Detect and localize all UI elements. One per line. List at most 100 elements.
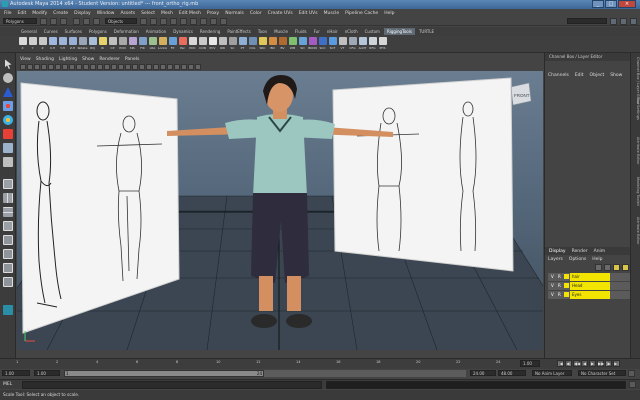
channel-box-menu-channels[interactable]: Channels <box>548 73 569 78</box>
select-component-icon[interactable] <box>93 17 100 25</box>
go-to-start-button[interactable]: |◀ <box>557 360 564 367</box>
menu-mesh[interactable]: Mesh <box>161 11 173 16</box>
show-tool-settings-icon[interactable] <box>620 17 627 25</box>
isolate-select-icon[interactable] <box>174 64 180 70</box>
menu-edit-mesh[interactable]: Edit Mesh <box>179 11 201 16</box>
shelf-button-lra[interactable]: LRA <box>148 37 157 51</box>
menu-pipeline-cache[interactable]: Pipeline Cache <box>345 11 378 16</box>
shelf-button-spl[interactable]: SPL <box>128 37 137 51</box>
layer-display-type[interactable]: R <box>558 292 561 297</box>
go-to-end-button[interactable]: ▶| <box>613 360 620 367</box>
manipulator-icon[interactable] <box>3 143 13 153</box>
anim-layer-dropdown[interactable]: No Anim Layer <box>532 370 572 376</box>
shelf-button-sc[interactable]: SC <box>228 37 237 51</box>
shelf-button-con[interactable]: CON <box>198 37 207 51</box>
side-tab-attribute-editor[interactable]: Attribute Editor <box>632 217 640 245</box>
shelf-tab-turtle[interactable]: TURTLE <box>416 28 437 35</box>
shelf-button-vt[interactable]: VT <box>338 37 347 51</box>
viewport-menu-view[interactable]: View <box>20 57 31 62</box>
select-camera-icon[interactable] <box>20 64 26 70</box>
new-scene-icon[interactable] <box>40 17 47 25</box>
anti-aliasing-icon[interactable] <box>167 64 173 70</box>
maximize-button[interactable]: □ <box>605 0 617 8</box>
layer-tab-render[interactable]: Render <box>572 249 588 254</box>
rotate-tool-icon[interactable] <box>3 115 13 125</box>
xray-components-icon[interactable] <box>195 64 201 70</box>
select-tool-icon[interactable] <box>5 59 12 69</box>
new-layer-icon[interactable] <box>613 264 620 271</box>
shelf-button-ori[interactable]: ORI <box>218 37 227 51</box>
snap-point-icon[interactable] <box>160 17 167 25</box>
shadows-icon[interactable] <box>153 64 159 70</box>
show-channel-box-icon[interactable] <box>630 17 637 25</box>
custom-shelf-icon[interactable] <box>3 305 13 315</box>
safe-title-icon[interactable] <box>111 64 117 70</box>
menu-file[interactable]: File <box>4 11 12 16</box>
play-backward-button[interactable]: ◀ <box>581 360 588 367</box>
xray-joints-icon[interactable] <box>188 64 194 70</box>
shelf-tab-riggingtools[interactable]: RiggingTools <box>383 28 415 35</box>
move-layer-up-icon[interactable] <box>595 264 602 271</box>
shelf-tab-fluids[interactable]: Fluids <box>292 28 310 35</box>
playback-end-field[interactable]: 24.00 <box>470 370 496 376</box>
ipr-render-icon[interactable] <box>210 17 217 25</box>
shelf-button-rotate[interactable]: Rotate <box>78 37 87 51</box>
render-settings-icon[interactable] <box>220 17 227 25</box>
wireframe-on-shaded-icon[interactable] <box>132 64 138 70</box>
shelf-tab-general[interactable]: General <box>18 28 40 35</box>
film-gate-icon[interactable] <box>76 64 82 70</box>
wireframe-icon[interactable] <box>118 64 124 70</box>
last-tool-icon[interactable] <box>3 157 13 167</box>
channel-box-menu-show[interactable]: Show <box>610 73 622 78</box>
grid-icon[interactable] <box>69 64 75 70</box>
channel-box-menu-edit[interactable]: Edit <box>575 73 584 78</box>
shelf-button-pt[interactable]: PT <box>238 37 247 51</box>
layer-display-type[interactable]: R <box>558 283 561 288</box>
shelf-button-pcv[interactable]: PCV <box>208 37 217 51</box>
four-view-layout-icon[interactable] <box>3 193 13 203</box>
range-slider-handle[interactable]: 1 24 <box>64 370 264 377</box>
shelf-button-x-h[interactable]: X-H <box>48 37 57 51</box>
close-button[interactable]: × <box>618 0 636 8</box>
menu-proxy[interactable]: Proxy <box>207 11 219 16</box>
input-line-field[interactable] <box>567 18 607 24</box>
shelf-tab-animation[interactable]: Animation <box>143 28 169 35</box>
layer-menu-options[interactable]: Options <box>569 257 586 262</box>
shelf-button-fik[interactable]: FIK <box>138 37 147 51</box>
shelf-button-poc[interactable]: POC <box>188 37 197 51</box>
animation-start-field[interactable]: 1.00 <box>2 370 30 376</box>
safe-action-icon[interactable] <box>104 64 110 70</box>
menu-help[interactable]: Help <box>384 11 394 16</box>
smooth-shade-icon[interactable] <box>125 64 131 70</box>
layer-menu-help[interactable]: Help <box>592 257 602 262</box>
layer-tab-anim[interactable]: Anim <box>594 249 606 254</box>
field-chart-icon[interactable] <box>97 64 103 70</box>
select-object-icon[interactable] <box>83 17 90 25</box>
shelf-tab-rendering[interactable]: Rendering <box>197 28 223 35</box>
menu-create[interactable]: Create <box>53 11 68 16</box>
shelf-button-y-h[interactable]: Y-H <box>58 37 67 51</box>
layer-row-head[interactable]: V R Head <box>548 282 631 290</box>
persp-outliner-layout-icon[interactable] <box>3 221 13 231</box>
shelf-button-bn[interactable]: BN <box>268 37 277 51</box>
menu-display[interactable]: Display <box>74 11 91 16</box>
layer-visibility-toggle[interactable]: V <box>551 283 554 288</box>
grease-pencil-icon[interactable] <box>62 64 68 70</box>
current-frame-field[interactable]: 1.00 <box>520 360 540 367</box>
shelf-tab-deformation[interactable]: Deformation <box>111 28 142 35</box>
menu-assets[interactable]: Assets <box>120 11 135 16</box>
viewport-menu-lighting[interactable]: Lighting <box>59 57 77 62</box>
mel-input[interactable] <box>22 381 322 389</box>
shelf-button-fp[interactable]: FP <box>168 37 177 51</box>
shelf-button-cfg[interactable]: CFG <box>348 37 357 51</box>
ambient-occlusion-icon[interactable] <box>160 64 166 70</box>
selection-mask-dropdown[interactable]: Objects <box>105 18 137 24</box>
bookmarks-icon[interactable] <box>41 64 47 70</box>
uv-editor-layout-icon[interactable] <box>3 277 13 287</box>
playback-start-field[interactable]: 1.00 <box>34 370 60 376</box>
layer-visibility-toggle[interactable]: V <box>551 274 554 279</box>
view-cube[interactable]: FRONT <box>510 82 532 106</box>
snap-grid-icon[interactable] <box>140 17 147 25</box>
menu-normals[interactable]: Normals <box>225 11 244 16</box>
shelf-button-cp[interactable]: CP <box>108 37 117 51</box>
